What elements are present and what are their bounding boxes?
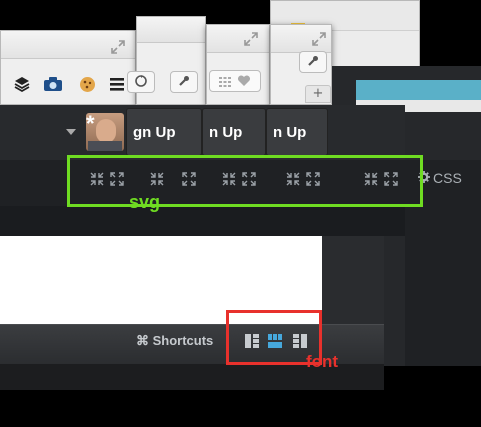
tab-label: gn Up [133, 123, 176, 141]
browser-window-2 [127, 16, 206, 105]
blue-strip [356, 80, 481, 100]
heart-icon [237, 72, 251, 91]
grid-icon [219, 72, 231, 91]
browser-window-3 [206, 24, 270, 105]
editor-right-dark [322, 236, 384, 324]
wrench-icon [306, 53, 320, 72]
expand-icon[interactable] [110, 39, 126, 55]
refresh-icon [134, 73, 148, 92]
camera-icon[interactable] [43, 76, 63, 96]
refresh-button[interactable] [127, 71, 155, 93]
wrench-button[interactable] [299, 51, 327, 73]
tab-label: n Up [273, 123, 307, 141]
window-titlebar [207, 25, 269, 53]
browser-window-4: + [270, 24, 332, 105]
sign-up-tab-1[interactable]: gn Up [126, 108, 202, 156]
sign-up-tab-3[interactable]: n Up [266, 108, 328, 156]
svg-annotation-box [67, 155, 423, 207]
wrench-button[interactable] [170, 71, 198, 93]
tab-label: n Up [209, 123, 243, 141]
new-tab-button[interactable]: + [305, 85, 331, 103]
browser-window-1 [0, 30, 136, 105]
asterisk-mark: * [86, 113, 95, 136]
grid-heart-field[interactable] [209, 70, 261, 92]
svg-annotation-label: svg [129, 192, 161, 212]
menu-icon[interactable] [109, 76, 125, 96]
layers-icon[interactable] [13, 75, 31, 97]
expand-icon[interactable] [243, 31, 259, 47]
sign-up-tab-2[interactable]: n Up [202, 108, 266, 156]
css-button[interactable]: CSS [418, 170, 462, 186]
app-body-dark [0, 206, 405, 236]
avatar-shirt [88, 141, 122, 151]
shortcuts-link[interactable]: ⌘ Shortcuts [136, 333, 213, 349]
font-annotation-label: font [306, 352, 339, 371]
css-label: CSS [433, 170, 462, 186]
shortcuts-label: ⌘ Shortcuts [136, 333, 214, 348]
cookie-icon[interactable] [79, 76, 96, 97]
wrench-icon [177, 73, 191, 92]
avatar-face [96, 119, 116, 143]
window-titlebar [137, 17, 205, 43]
dropdown-caret-icon[interactable] [66, 129, 76, 135]
expand-icon[interactable] [311, 31, 327, 47]
avatar[interactable]: * [86, 113, 124, 151]
